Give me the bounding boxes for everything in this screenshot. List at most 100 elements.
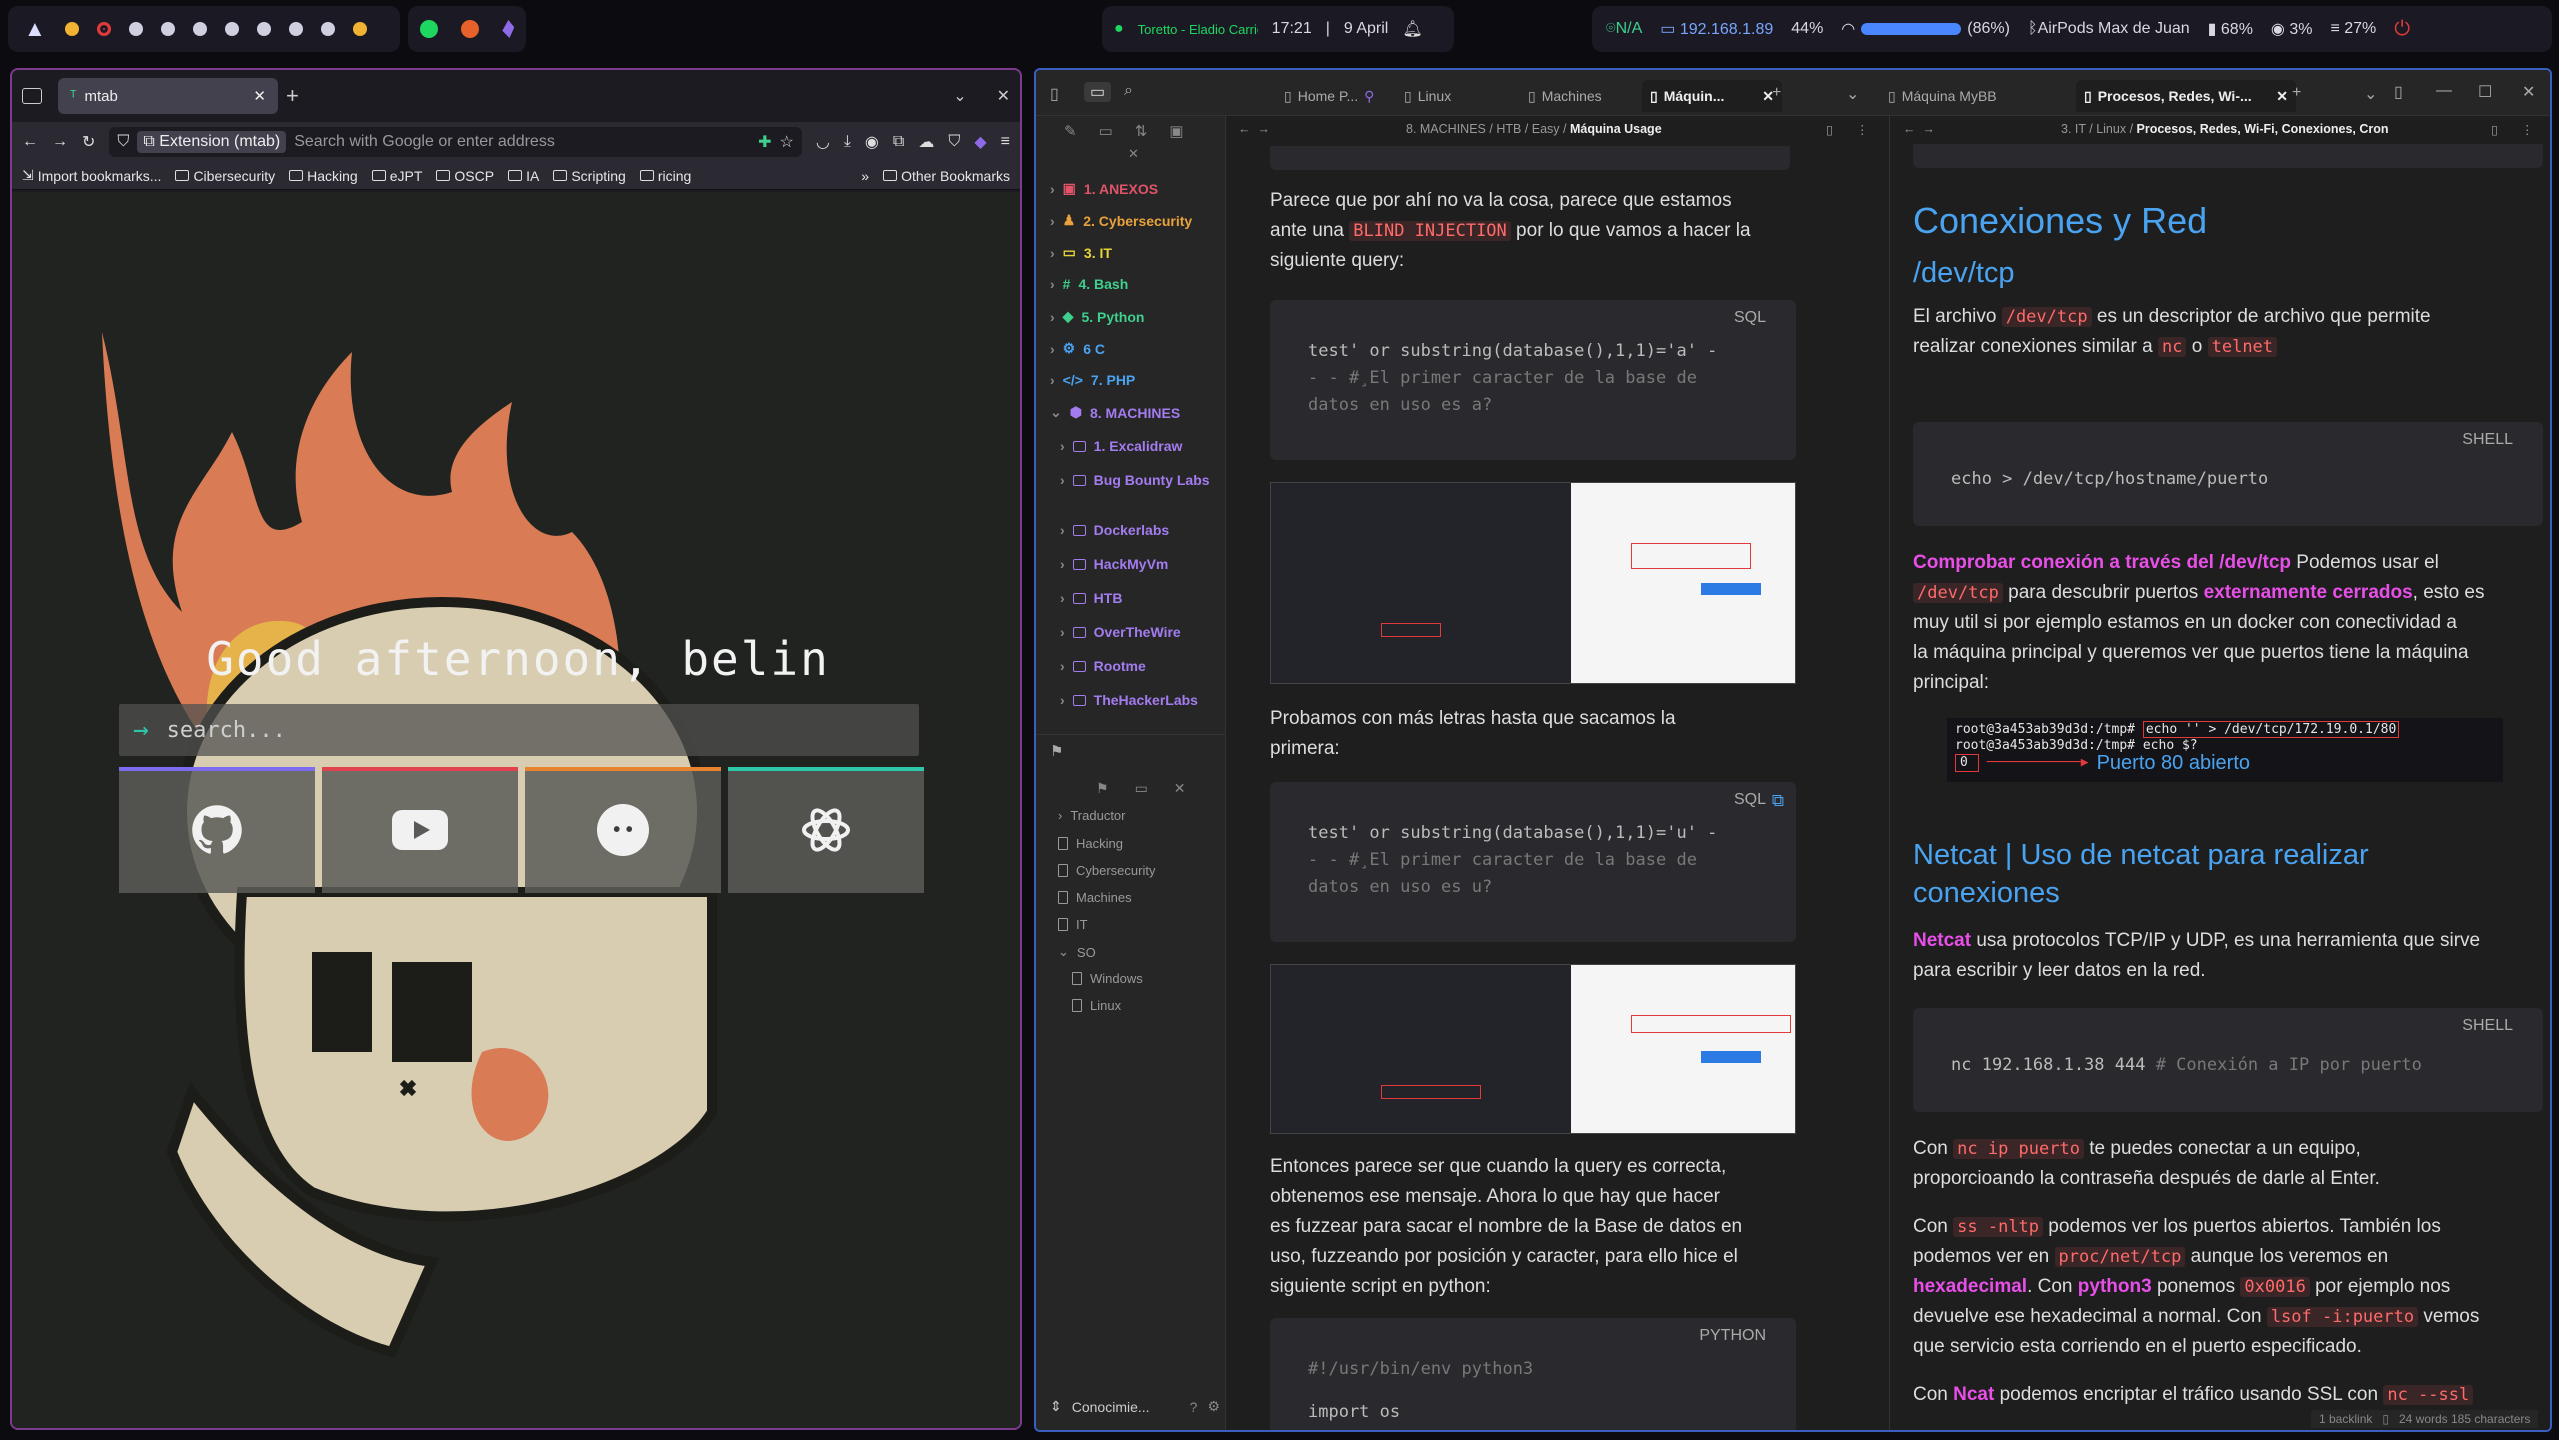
reddit-tile[interactable]: • • [525, 767, 721, 893]
search-icon[interactable]: ⌕ [1124, 82, 1133, 100]
folder-machines[interactable]: ⌄ ⬢ 8. MACHINES [1050, 404, 1180, 421]
folder-anexos[interactable]: › ▣ 1. ANEXOS [1050, 180, 1158, 197]
cpu[interactable]: ◉ 3% [2271, 19, 2313, 39]
date[interactable]: 9 April [1344, 20, 1388, 38]
new-tab-icon[interactable]: + [286, 83, 299, 109]
bookmark-traductor[interactable]: › Traductor [1058, 808, 1126, 823]
bookmark-so[interactable]: ⌄ SO [1058, 944, 1096, 960]
tab-list-icon[interactable] [22, 88, 42, 104]
close-window-icon[interactable]: ✕ [2522, 82, 2535, 102]
breadcrumb-item[interactable]: Easy [1532, 122, 1560, 136]
help-icon[interactable]: ? [1190, 1399, 1198, 1415]
copy-icon[interactable]: ⧉ [1772, 788, 1784, 815]
folder-excalidraw[interactable]: › 1. Excalidraw [1060, 438, 1182, 454]
workspace-dot[interactable] [64, 22, 79, 36]
tab-linux[interactable]: ▯ Linux [1396, 80, 1459, 112]
more-options-icon[interactable]: ⋮ [2521, 122, 2534, 137]
folder-python[interactable]: › ◆ 5. Python [1050, 308, 1144, 325]
close-window-icon[interactable]: ✕ [997, 86, 1010, 106]
code-block-python[interactable]: PYTHON #!/usr/bin/env python3 import os [1270, 1318, 1796, 1430]
power-icon[interactable]: ⏻ [2394, 18, 2410, 41]
tab-list-chevron-icon[interactable]: ⌄ [1846, 84, 1859, 104]
now-playing[interactable]: Toretto - Eladio Carrion [1138, 22, 1258, 37]
new-note-icon[interactable]: ✎ [1064, 122, 1077, 140]
other-bookmarks[interactable]: Other Bookmarks [883, 168, 1010, 184]
bookmark-folder[interactable]: IA [508, 168, 539, 184]
new-tab-icon[interactable]: + [2292, 84, 2301, 102]
breadcrumb-item[interactable]: HTB [1496, 122, 1521, 136]
maximize-icon[interactable]: ☐ [2478, 82, 2492, 102]
bookmark-folder[interactable]: OSCP [436, 168, 494, 184]
collapse-icon[interactable]: ▣ [1169, 122, 1183, 140]
bookmark-folder[interactable]: eJPT [371, 168, 422, 184]
files-icon[interactable]: ▭ [1084, 82, 1112, 102]
bookmark-folder[interactable]: ricing [639, 168, 691, 184]
download-icon[interactable]: ⤓ [844, 133, 851, 151]
addon-icon[interactable]: ☁ [918, 132, 934, 152]
close-tab-icon[interactable]: ✕ [2276, 88, 2288, 105]
workspace-dot[interactable] [224, 22, 239, 36]
folder-thehackerlabs[interactable]: › TheHackerLabs [1060, 692, 1198, 708]
code-block-shell[interactable]: SHELL nc 192.168.1.38 444 # Conexión a I… [1913, 1008, 2543, 1112]
backlinks-count[interactable]: 1 backlink [2319, 1412, 2372, 1426]
bookmark-folder[interactable]: Hacking [289, 168, 358, 184]
url-bar[interactable]: ⛉ ⧉ Extension (mtab) Search with Google … [109, 127, 802, 157]
bookmark-folder[interactable]: Cibersecurity [175, 168, 275, 184]
openai-tile[interactable] [728, 767, 924, 893]
bookmark-cybersecurity[interactable]: Cybersecurity [1058, 863, 1155, 878]
bookmark-machines[interactable]: Machines [1058, 890, 1132, 905]
more-options-icon[interactable]: ⋮ [1856, 122, 1869, 137]
bookmark-icon[interactable]: ⚑ [1050, 742, 1063, 760]
workspace-dot[interactable] [352, 22, 367, 36]
folder-overthewire[interactable]: › OverTheWire [1060, 624, 1181, 640]
right-sidebar-icon[interactable]: ▯ [2394, 82, 2403, 102]
bookmark-import[interactable]: ⇲ Import bookmarks... [22, 167, 161, 184]
wifi[interactable]: ◠ (86%) [1841, 19, 2010, 39]
new-tab-icon[interactable]: + [1772, 84, 1781, 102]
tab-procesos-redes[interactable]: ▯ Procesos, Redes, Wi-... ✕ [2076, 80, 2296, 112]
arch-logo-icon[interactable]: ▲ [24, 16, 46, 42]
shield-icon[interactable]: ⛉ [117, 133, 129, 151]
puzzle-icon[interactable]: ✚ [758, 132, 771, 152]
network-status[interactable]: ⌾N/A [1606, 20, 1642, 38]
sort-icon[interactable]: ⇅ [1135, 122, 1148, 140]
star-icon[interactable]: ☆ [780, 132, 794, 152]
account-icon[interactable]: ◉ [865, 132, 879, 152]
bookmark-hacking[interactable]: Hacking [1058, 836, 1123, 851]
spotify-icon[interactable] [419, 20, 438, 38]
vault-switcher[interactable]: ⇕ Conocimie... ? ⚙ [1050, 1398, 1220, 1415]
menu-icon[interactable]: ≡ [1001, 133, 1010, 151]
search-input[interactable]: → search... [119, 704, 919, 756]
bell-icon[interactable]: 🔔︎ [1402, 19, 1422, 39]
bluetooth[interactable]: ᛒAirPods Max de Juan [2028, 20, 2190, 38]
collapse-all-icon[interactable]: ✕ [1128, 146, 1139, 162]
nav-arrows[interactable]: ← → [1238, 122, 1270, 136]
folder-c[interactable]: › ⚙ 6 C [1050, 340, 1105, 357]
bookmark-add-icon[interactable]: ⚑ [1096, 780, 1109, 797]
addon-icon[interactable]: ◆ [974, 132, 986, 152]
tab-maquina-usage[interactable]: ▯ Máquin... ✕ [1642, 80, 1782, 112]
clock[interactable]: 17:21 [1272, 20, 1312, 38]
folder-dockerlabs[interactable]: › Dockerlabs [1060, 522, 1169, 538]
breadcrumb-item[interactable]: 8. MACHINES [1406, 122, 1486, 136]
breadcrumb-item[interactable]: Linux [2096, 122, 2126, 136]
youtube-tile[interactable] [322, 767, 518, 893]
workspace-dot[interactable] [320, 22, 335, 36]
forward-icon[interactable]: → [52, 133, 68, 151]
new-folder-icon[interactable]: ▭ [1099, 122, 1113, 140]
nav-arrows[interactable]: ← → [1903, 122, 1935, 136]
brightness[interactable]: 44% [1791, 20, 1823, 38]
memory[interactable]: ≡ 27% [2330, 20, 2376, 38]
reading-view-icon[interactable]: ▯ [2491, 122, 2498, 137]
bookmark-windows[interactable]: Windows [1072, 971, 1143, 986]
folder-bug-bounty[interactable]: › Bug Bounty Labs [1060, 472, 1210, 488]
battery[interactable]: ▮ 68% [2208, 19, 2253, 39]
code-block-sql[interactable]: SQL ⧉ test' or substring(database(),1,1)… [1270, 782, 1796, 942]
workspace-dot[interactable] [192, 22, 207, 36]
workspace-dot[interactable] [160, 22, 175, 36]
tab-overflow-chevron-icon[interactable]: ⌄ [953, 86, 966, 106]
workspace-dot[interactable] [288, 22, 303, 36]
minimize-icon[interactable]: — [2436, 82, 2452, 100]
github-tile[interactable] [119, 767, 315, 893]
folder-rootme[interactable]: › Rootme [1060, 658, 1146, 674]
